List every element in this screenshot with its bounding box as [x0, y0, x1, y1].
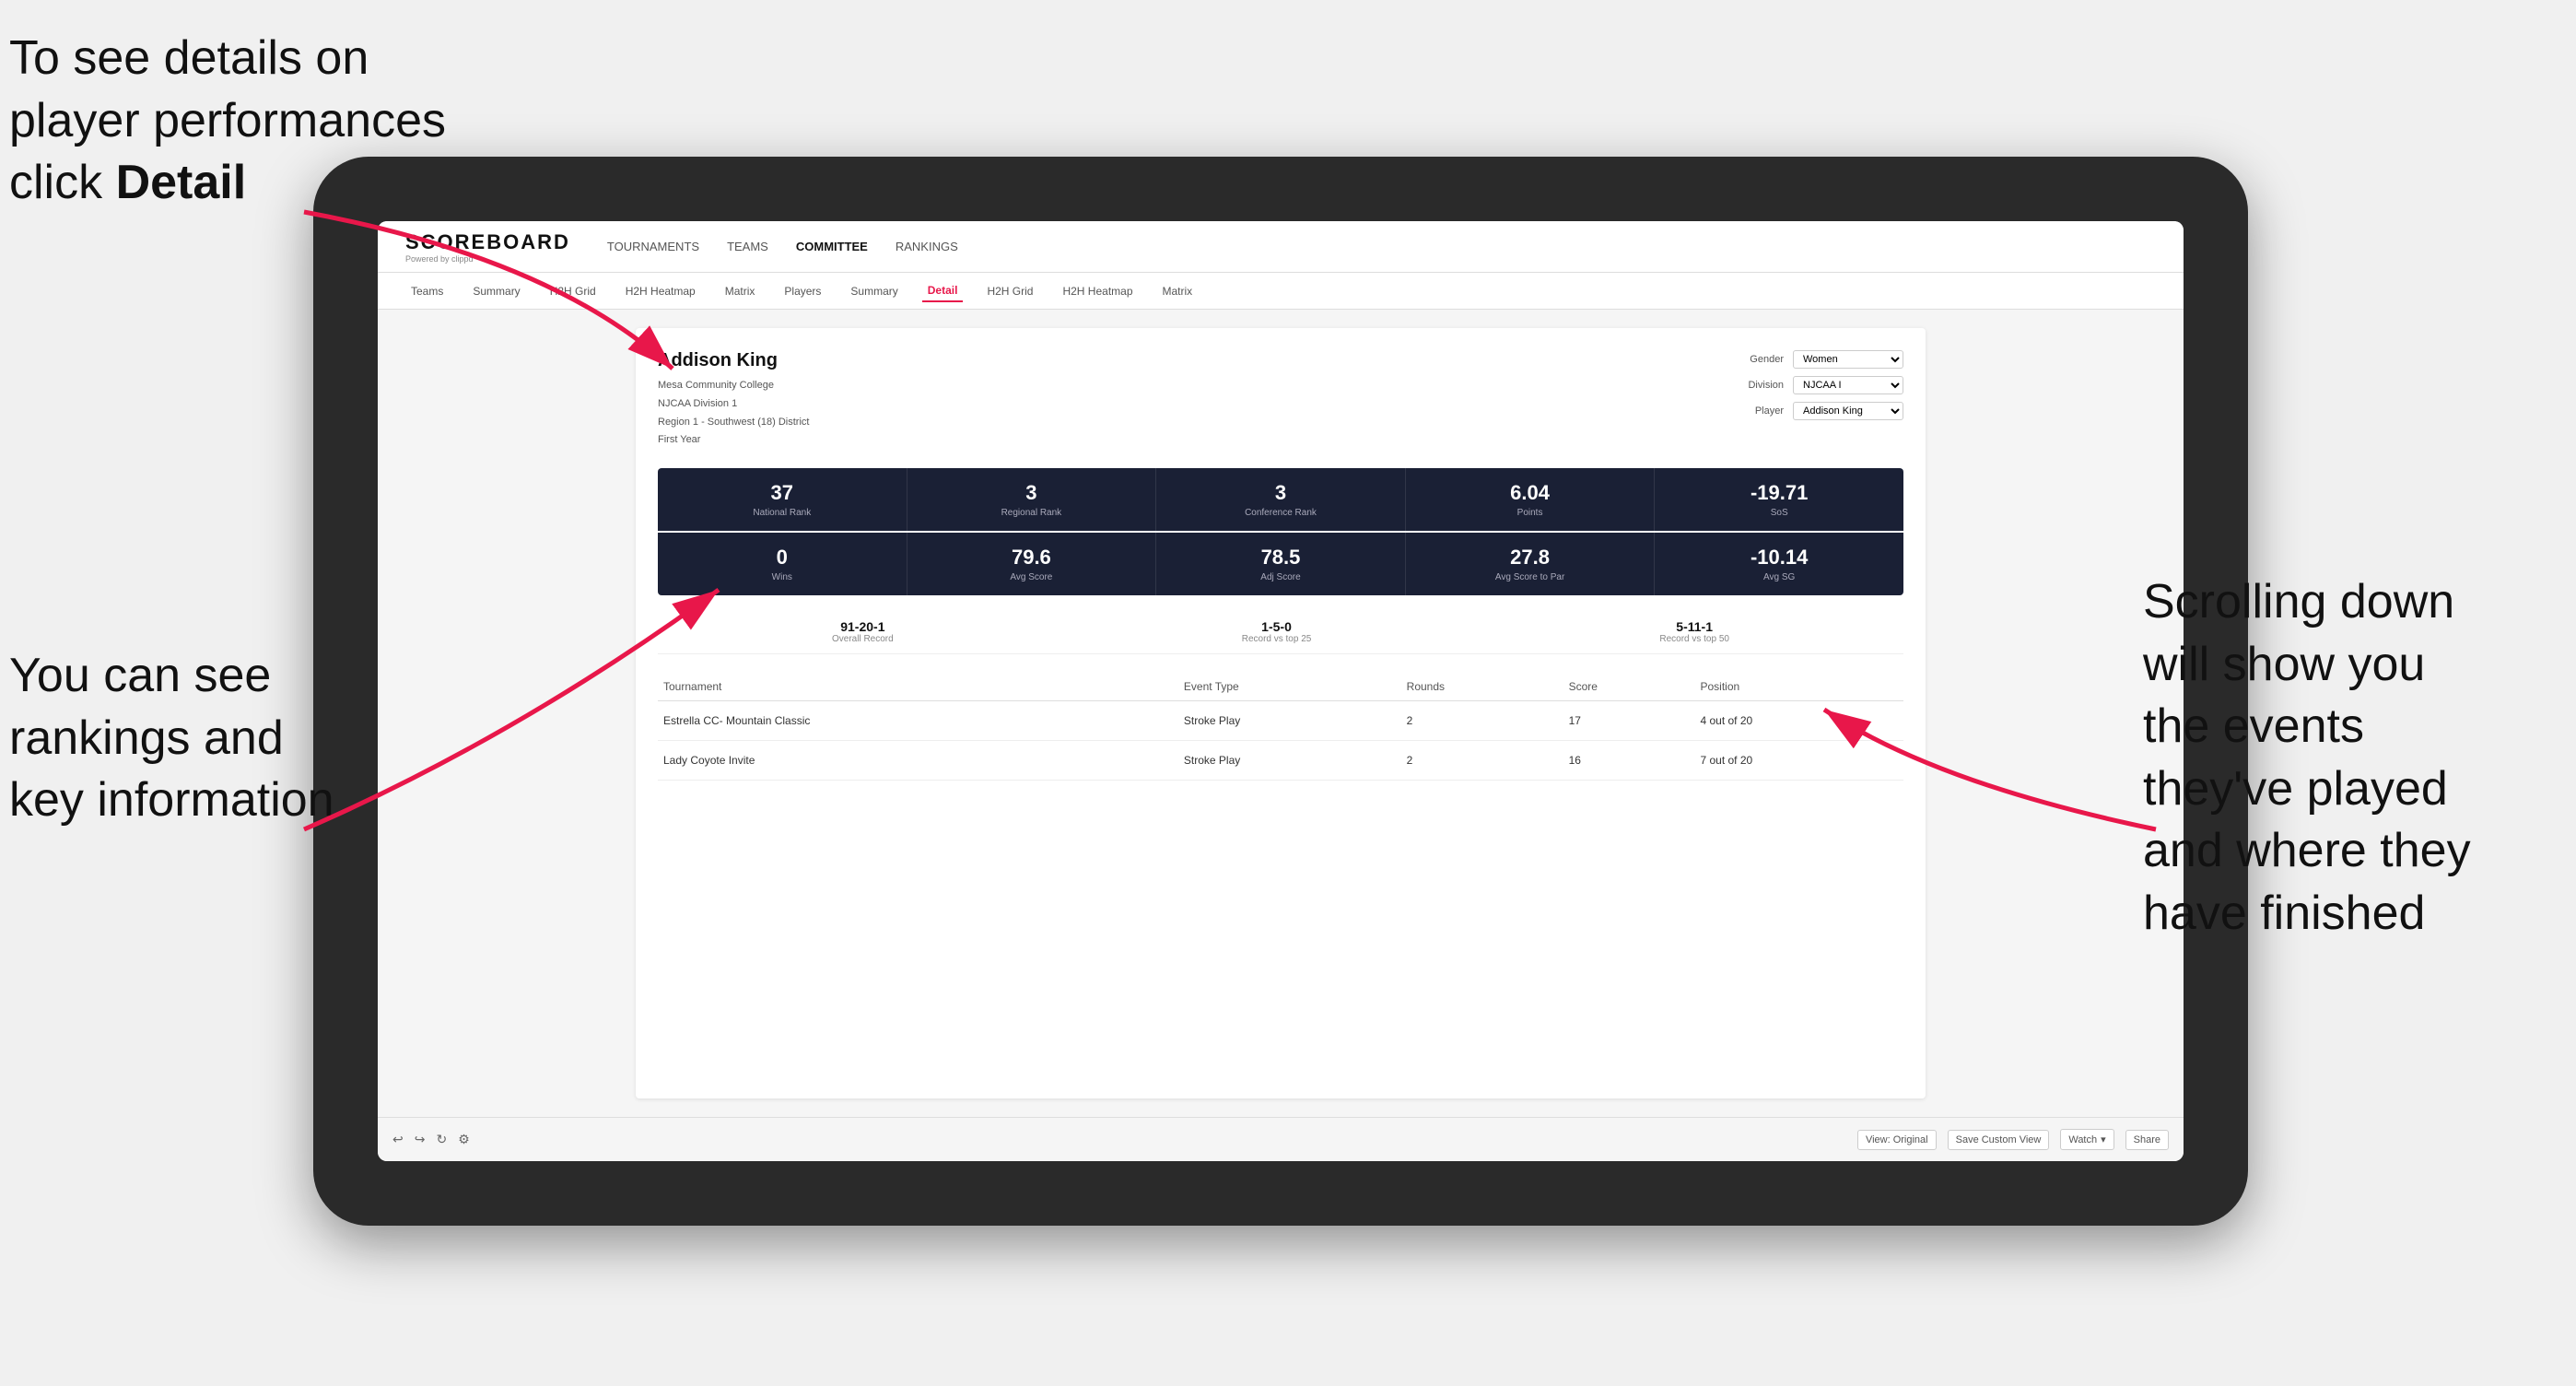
rounds: 2 — [1401, 741, 1563, 781]
stat-points: 6.04 Points — [1406, 468, 1656, 531]
record-top25: 1-5-0 Record vs top 25 — [1242, 619, 1312, 644]
stat-avg-score: 79.6 Avg Score — [907, 533, 1157, 595]
tab-h2h-heatmap[interactable]: H2H Heatmap — [620, 281, 701, 301]
logo-text: SCOREBOARD — [405, 230, 570, 254]
sub-nav: Teams Summary H2H Grid H2H Heatmap Matri… — [378, 273, 2184, 310]
nav-rankings[interactable]: RANKINGS — [896, 236, 958, 257]
refresh-icon[interactable]: ↻ — [436, 1132, 447, 1147]
tab-players[interactable]: Players — [779, 281, 826, 301]
stat-avg-sg: -10.14 Avg SG — [1655, 533, 1903, 595]
stat-regional-rank: 3 Regional Rank — [907, 468, 1157, 531]
gender-filter-row: Gender Women Men — [1750, 350, 1903, 369]
app-header: SCOREBOARD Powered by clippd TOURNAMENTS… — [378, 221, 2184, 273]
save-custom-button[interactable]: Save Custom View — [1948, 1130, 2050, 1150]
table-row: Estrella CC- Mountain Classic Stroke Pla… — [658, 701, 1903, 741]
division-label: Division — [1748, 380, 1784, 391]
tab-matrix[interactable]: Matrix — [720, 281, 761, 301]
col-event-type: Event Type — [1178, 673, 1401, 701]
player-meta: Mesa Community College NJCAA Division 1 … — [658, 377, 809, 450]
col-score: Score — [1563, 673, 1695, 701]
stat-wins: 0 Wins — [658, 533, 907, 595]
stat-sos: -19.71 SoS — [1655, 468, 1903, 531]
save-label: Save Custom View — [1956, 1134, 2042, 1145]
stat-avg-score-par: 27.8 Avg Score to Par — [1406, 533, 1656, 595]
event-type: Stroke Play — [1178, 701, 1401, 741]
share-button[interactable]: Share — [2125, 1130, 2169, 1150]
annotation-right: Scrolling down will show you the events … — [2143, 571, 2567, 946]
bottom-toolbar: ↩ ↪ ↻ ⚙ View: Original Save Custom View … — [378, 1117, 2184, 1161]
stats-row-1: 37 National Rank 3 Regional Rank 3 Confe… — [658, 468, 1903, 531]
redo-icon[interactable]: ↪ — [415, 1132, 426, 1147]
stats-row-2: 0 Wins 79.6 Avg Score 78.5 Adj Score 27.… — [658, 533, 1903, 595]
player-label: Player — [1755, 405, 1784, 417]
col-rounds: Rounds — [1401, 673, 1563, 701]
score: 17 — [1563, 701, 1695, 741]
nav-teams[interactable]: TEAMS — [727, 236, 768, 257]
col-position: Position — [1694, 673, 1903, 701]
records-row: 91-20-1 Overall Record 1-5-0 Record vs t… — [658, 610, 1903, 654]
col-tournament: Tournament — [658, 673, 1178, 701]
watch-button[interactable]: Watch ▾ — [2060, 1129, 2113, 1150]
table-row: Lady Coyote Invite Stroke Play 2 16 7 ou… — [658, 741, 1903, 781]
view-original-button[interactable]: View: Original — [1857, 1130, 1937, 1150]
player-info-row: Addison King Mesa Community College NJCA… — [658, 350, 1903, 450]
record-overall: 91-20-1 Overall Record — [832, 619, 894, 644]
tournament-name: Estrella CC- Mountain Classic — [658, 701, 1178, 741]
watch-label: Watch — [2068, 1134, 2097, 1145]
position: 7 out of 20 — [1694, 741, 1903, 781]
tab-h2h-grid[interactable]: H2H Grid — [544, 281, 602, 301]
division-select[interactable]: NJCAA I NJCAA II — [1793, 376, 1903, 394]
tab-summary[interactable]: Summary — [467, 281, 525, 301]
tab-h2h-heatmap2[interactable]: H2H Heatmap — [1057, 281, 1138, 301]
division-filter-row: Division NJCAA I NJCAA II — [1748, 376, 1903, 394]
stat-conference-rank: 3 Conference Rank — [1156, 468, 1406, 531]
event-type: Stroke Play — [1178, 741, 1401, 781]
undo-icon[interactable]: ↩ — [392, 1132, 404, 1147]
player-name: Addison King — [658, 350, 809, 371]
tab-matrix2[interactable]: Matrix — [1157, 281, 1199, 301]
gender-select[interactable]: Women Men — [1793, 350, 1903, 369]
tab-detail[interactable]: Detail — [922, 280, 964, 302]
record-top50: 5-11-1 Record vs top 50 — [1659, 619, 1729, 644]
annotation-top-left: To see details on player performances cl… — [9, 28, 446, 215]
tab-h2h-grid2[interactable]: H2H Grid — [981, 281, 1038, 301]
content-area: Addison King Mesa Community College NJCA… — [378, 310, 2184, 1117]
player-select[interactable]: Addison King — [1793, 402, 1903, 420]
settings-icon[interactable]: ⚙ — [458, 1132, 470, 1147]
stat-adj-score: 78.5 Adj Score — [1156, 533, 1406, 595]
score: 16 — [1563, 741, 1695, 781]
player-info-left: Addison King Mesa Community College NJCA… — [658, 350, 809, 450]
view-original-label: View: Original — [1866, 1134, 1928, 1145]
tab-summary2[interactable]: Summary — [845, 281, 903, 301]
tablet-frame: SCOREBOARD Powered by clippd TOURNAMENTS… — [313, 157, 2248, 1226]
logo-sub: Powered by clippd — [405, 254, 570, 264]
tournament-table: Tournament Event Type Rounds Score Posit… — [658, 673, 1903, 781]
annotation-bottom-left: You can see rankings and key information — [9, 645, 334, 832]
position: 4 out of 20 — [1694, 701, 1903, 741]
nav-committee[interactable]: COMMITTEE — [796, 236, 868, 257]
main-nav: TOURNAMENTS TEAMS COMMITTEE RANKINGS — [607, 236, 2156, 257]
share-label: Share — [2134, 1134, 2160, 1145]
logo-area: SCOREBOARD Powered by clippd — [405, 230, 570, 264]
player-filters: Gender Women Men Division NJCAA I NJCAA … — [1748, 350, 1903, 450]
player-filter-row: Player Addison King — [1755, 402, 1903, 420]
tab-teams[interactable]: Teams — [405, 281, 449, 301]
tournament-name: Lady Coyote Invite — [658, 741, 1178, 781]
player-detail-card: Addison King Mesa Community College NJCA… — [636, 328, 1926, 1098]
tablet-screen: SCOREBOARD Powered by clippd TOURNAMENTS… — [378, 221, 2184, 1161]
rounds: 2 — [1401, 701, 1563, 741]
nav-tournaments[interactable]: TOURNAMENTS — [607, 236, 699, 257]
gender-label: Gender — [1750, 354, 1784, 365]
stat-national-rank: 37 National Rank — [658, 468, 907, 531]
